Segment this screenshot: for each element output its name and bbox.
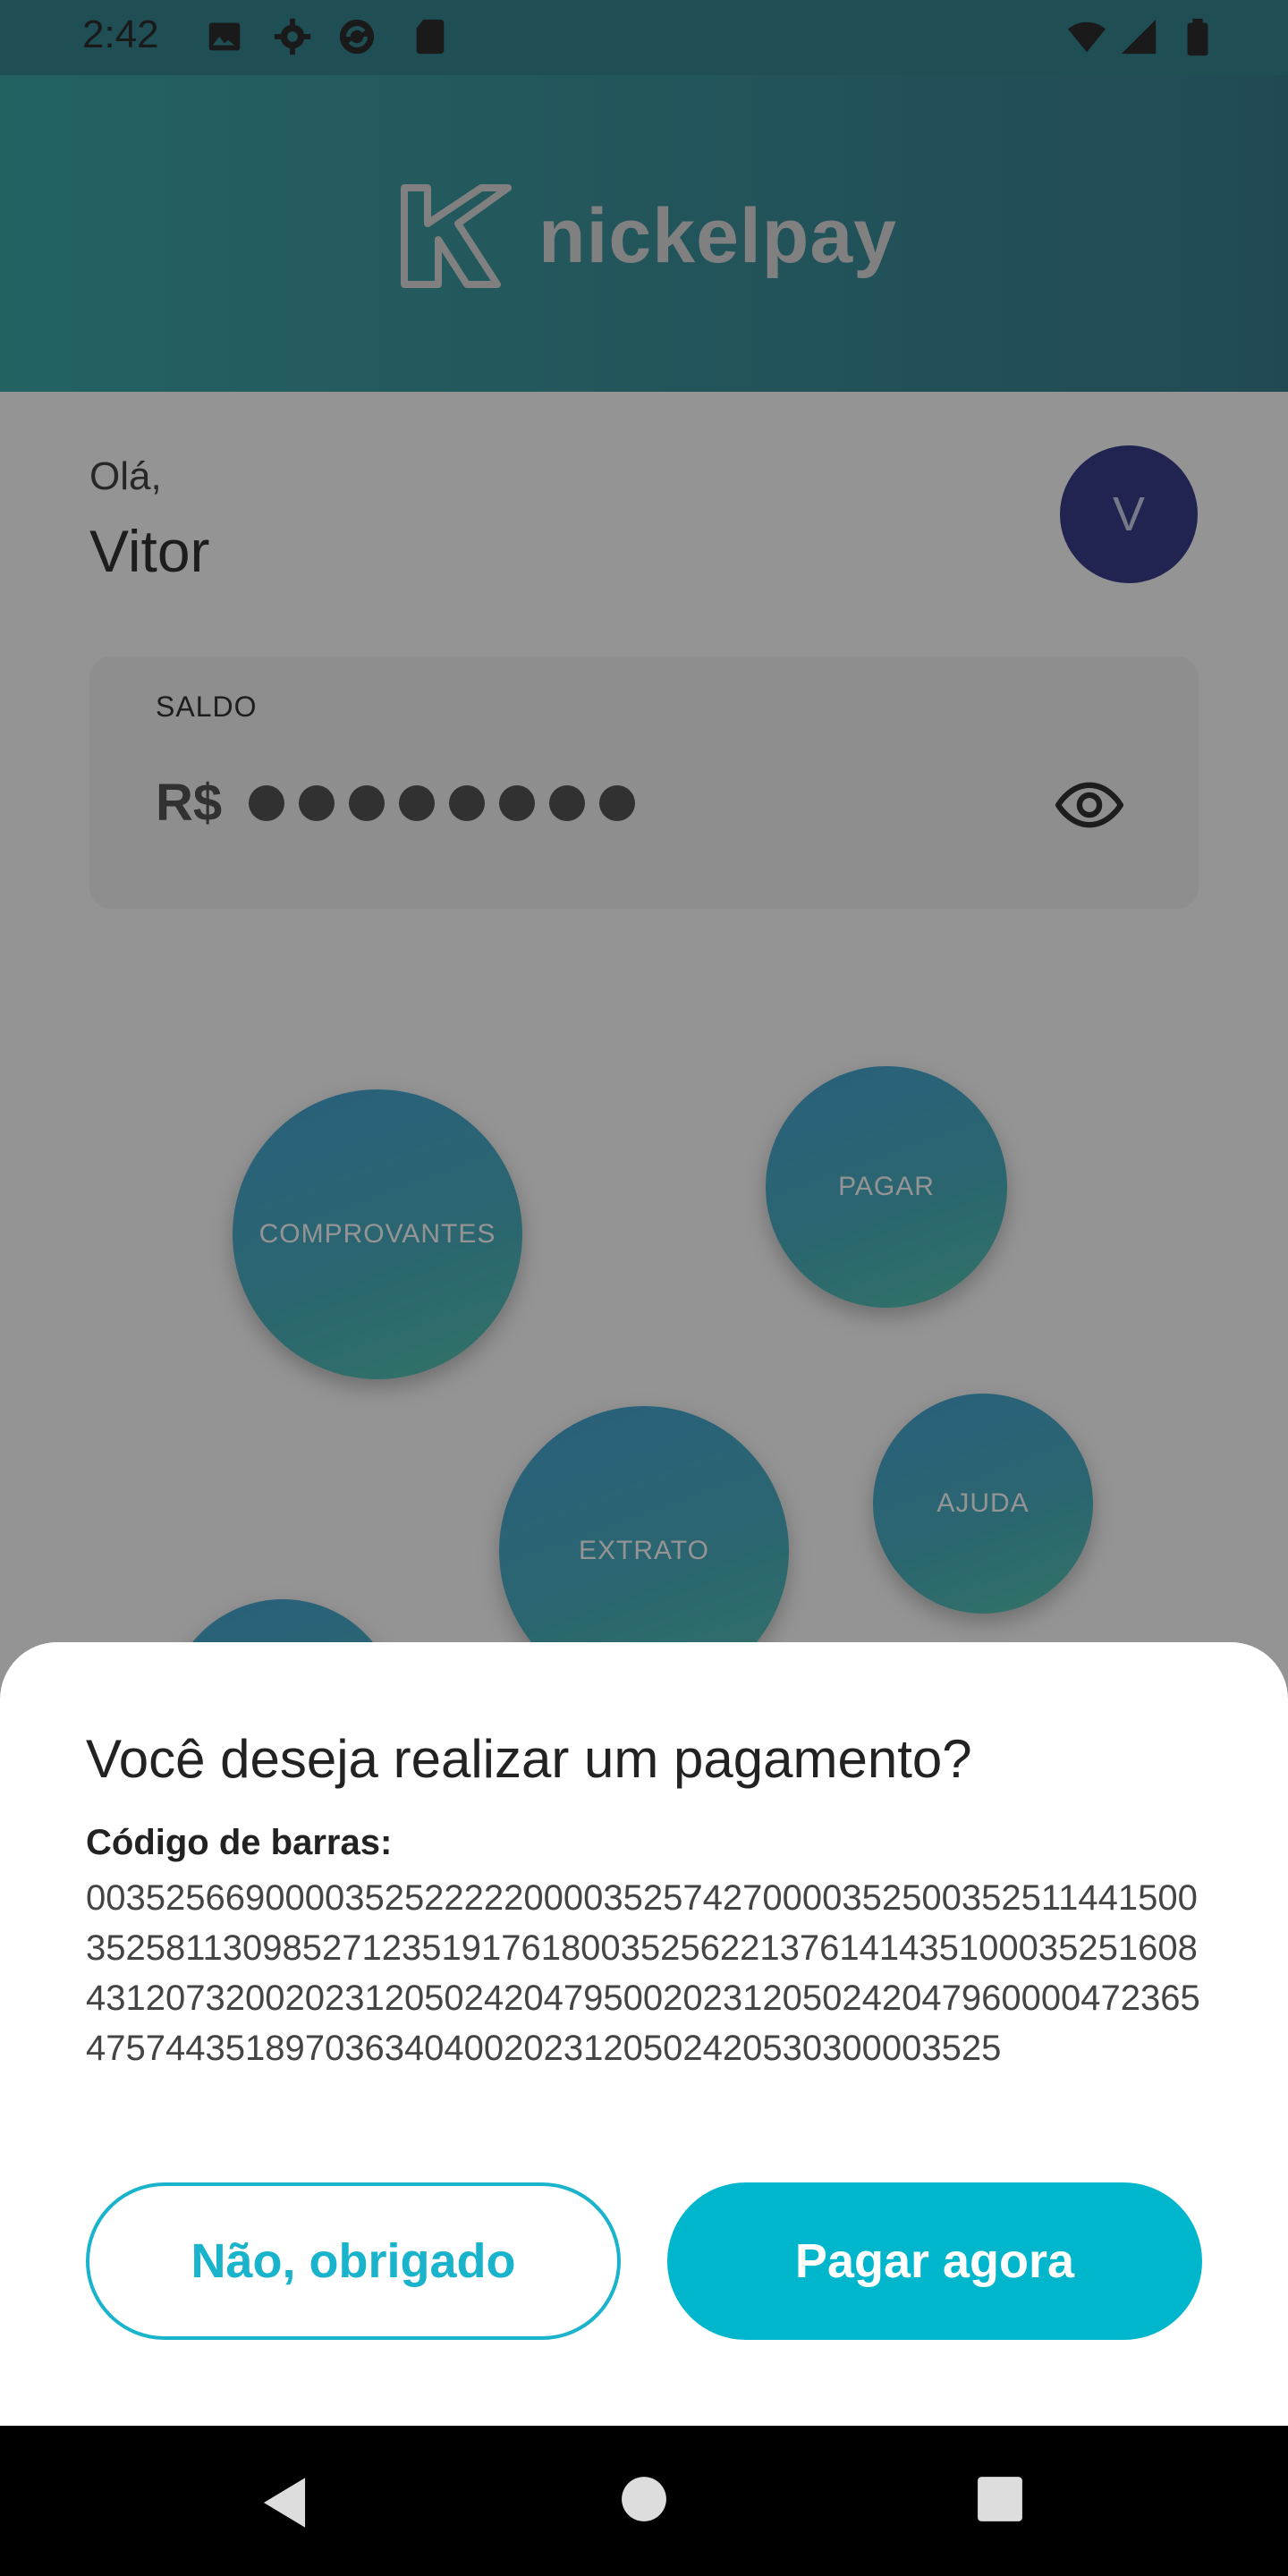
system-nav-bar	[0, 2426, 1288, 2576]
settings-icon	[274, 18, 311, 55]
sd-card-icon	[416, 19, 445, 55]
home-icon[interactable]	[621, 2476, 667, 2522]
back-icon[interactable]	[259, 2476, 309, 2529]
sync-icon	[339, 19, 375, 55]
barcode-label: Código de barras:	[86, 1823, 393, 1862]
barcode-value: 0035256690000352522222000035257427000035…	[86, 1878, 1200, 2068]
image-icon	[208, 22, 241, 51]
signal-icon	[1121, 19, 1157, 55]
dialog-title: Você deseja realizar um pagamento?	[86, 1729, 972, 1789]
decline-button[interactable]: Não, obrigado	[86, 2182, 621, 2340]
status-time: 2:42	[82, 13, 159, 56]
recents-icon[interactable]	[977, 2476, 1023, 2522]
payment-dialog: Você deseja realizar um pagamento? Códig…	[0, 1642, 1288, 2426]
status-bar: 2:42	[0, 0, 1288, 75]
pay-now-button[interactable]: Pagar agora	[667, 2182, 1202, 2340]
wifi-icon	[1067, 21, 1106, 53]
battery-icon	[1187, 18, 1208, 56]
